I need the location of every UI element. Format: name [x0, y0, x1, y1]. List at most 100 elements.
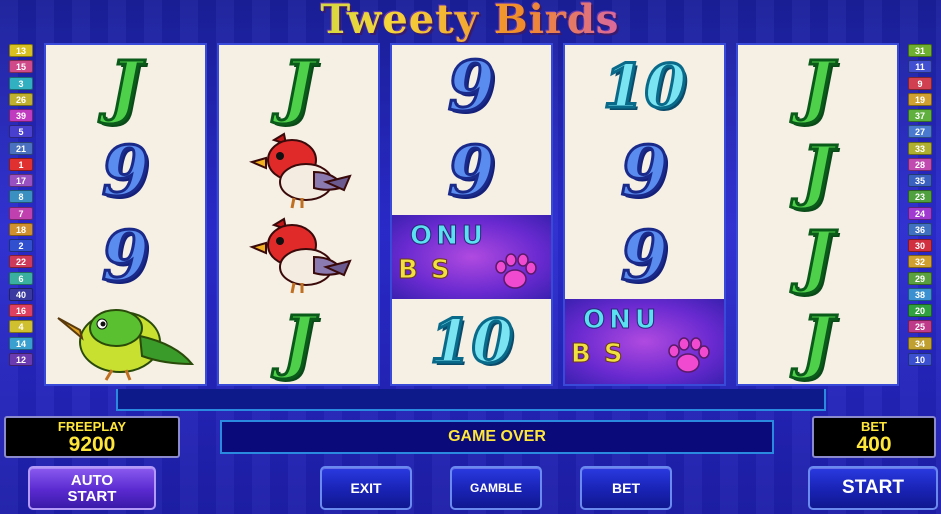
symbol-9: 9 [565, 215, 724, 300]
bonus-text-top: ONU [410, 220, 487, 251]
symbol-J-glyph: J [281, 301, 316, 382]
symbol-9-glyph: 9 [100, 132, 150, 213]
left-payline-1: 1 [9, 157, 33, 171]
right-payline-11: 11 [908, 60, 932, 74]
left-payline-26: 26 [9, 92, 33, 106]
right-payline-19: 19 [908, 92, 932, 106]
status-message: GAME OVER [220, 420, 774, 454]
right-payline-30: 30 [908, 239, 932, 252]
right-payline-29: 29 [908, 271, 932, 285]
left-payline-6: 6 [9, 271, 33, 285]
left-paylines: 13 15 3 26 39 5 21 1 17 8 7 18 2 22 6 40 16 4 14 12 [9, 44, 35, 369]
symbol-J-glyph: J [800, 216, 835, 297]
right-payline-25: 25 [908, 320, 932, 334]
symbol-J-glyph: J [281, 47, 316, 128]
left-payline-40: 40 [9, 287, 33, 301]
symbol-J: J [219, 45, 378, 130]
symbol-J: J [46, 45, 205, 130]
bet-label: BET [861, 419, 887, 434]
freeplay-value: 9200 [68, 433, 116, 456]
right-payline-27: 27 [908, 125, 932, 139]
freeplay-label: FREEPLAY [57, 419, 127, 434]
left-payline-2: 2 [9, 239, 33, 252]
gamble-button[interactable]: GAMBLE [450, 466, 542, 510]
right-payline-9: 9 [908, 76, 932, 90]
right-payline-24: 24 [908, 206, 932, 220]
left-payline-3: 3 [9, 76, 33, 90]
symbol-9: 9 [46, 130, 205, 215]
right-payline-33: 33 [908, 141, 932, 155]
right-paylines: 31 11 9 19 37 27 33 28 35 23 24 36 30 32 29 38 20 25 34 10 [908, 44, 934, 369]
reel-5: JJJJ [736, 43, 899, 386]
left-payline-14: 14 [9, 336, 33, 350]
symbol-red-bird-icon [219, 215, 378, 300]
symbol-10: 10 [565, 45, 724, 130]
bonus-text-top: ONU [583, 305, 660, 336]
auto-start-button[interactable]: AUTO START [28, 466, 156, 510]
left-payline-39: 39 [9, 109, 33, 122]
symbol-9-glyph: 9 [446, 47, 496, 128]
symbol-10: 10 [392, 299, 551, 384]
bonus-paw-icon: ONU B S [565, 299, 724, 384]
symbol-J-glyph: J [800, 132, 835, 213]
reel-1: J99 [44, 43, 207, 386]
right-payline-34: 34 [908, 336, 932, 350]
symbol-J-glyph: J [800, 301, 835, 382]
right-payline-37: 37 [908, 109, 932, 122]
left-payline-8: 8 [9, 190, 33, 204]
symbol-bonus: ONU B S [565, 299, 724, 384]
symbol-bonus: ONU B S [392, 214, 551, 300]
symbol-9-glyph: 9 [100, 216, 150, 297]
symbol-9-glyph: 9 [619, 216, 669, 297]
reel-4: 10 9 9 ONU B S [563, 43, 726, 386]
symbol-J: J [738, 299, 897, 384]
symbol-9-glyph: 9 [619, 132, 669, 213]
reel-bottom-strip [116, 389, 826, 411]
left-payline-21: 21 [9, 141, 33, 155]
bonus-paw-icon: ONU B S [392, 214, 551, 300]
left-payline-7: 7 [9, 206, 33, 220]
symbol-10-glyph: 10 [428, 306, 514, 377]
reel-2: JJ [217, 43, 380, 386]
left-payline-5: 5 [9, 125, 33, 139]
bet-panel: BET 400 [812, 416, 936, 458]
left-payline-13: 13 [9, 44, 33, 57]
right-payline-20: 20 [908, 304, 932, 317]
bet-button[interactable]: BET [580, 466, 672, 510]
symbol-J: J [738, 215, 897, 300]
left-payline-16: 16 [9, 304, 33, 317]
symbol-green-bird-icon [46, 299, 205, 384]
symbol-9: 9 [565, 130, 724, 215]
left-payline-18: 18 [9, 222, 33, 236]
left-payline-17: 17 [9, 174, 33, 187]
start-button[interactable]: START [808, 466, 938, 510]
symbol-9: 9 [46, 215, 205, 300]
symbol-red-bird-icon [219, 130, 378, 215]
right-payline-23: 23 [908, 190, 932, 204]
right-payline-38: 38 [908, 287, 932, 301]
symbol-J-glyph: J [108, 47, 143, 128]
right-payline-36: 36 [908, 222, 932, 236]
game-title: Tweety Birds [200, 0, 740, 42]
left-payline-4: 4 [9, 320, 33, 334]
symbol-J: J [738, 45, 897, 130]
reel-3: 9 9 ONU B S 10 [390, 43, 553, 386]
right-payline-10: 10 [908, 352, 932, 366]
symbol-9: 9 [392, 130, 551, 215]
right-payline-35: 35 [908, 174, 932, 187]
right-payline-31: 31 [908, 44, 932, 57]
symbol-J: J [738, 130, 897, 215]
bonus-text-bottom: B S [571, 339, 625, 370]
symbol-J-glyph: J [800, 47, 835, 128]
symbol-9: 9 [392, 45, 551, 130]
symbol-9-glyph: 9 [446, 132, 496, 213]
left-payline-15: 15 [9, 60, 33, 74]
symbol-J: J [219, 299, 378, 384]
right-payline-32: 32 [908, 255, 932, 269]
right-payline-28: 28 [908, 157, 932, 171]
left-payline-12: 12 [9, 352, 33, 366]
exit-button[interactable]: EXIT [320, 466, 412, 510]
symbol-10-glyph: 10 [601, 52, 687, 123]
freeplay-panel: FREEPLAY 9200 [4, 416, 180, 458]
bet-value: 400 [856, 433, 892, 456]
